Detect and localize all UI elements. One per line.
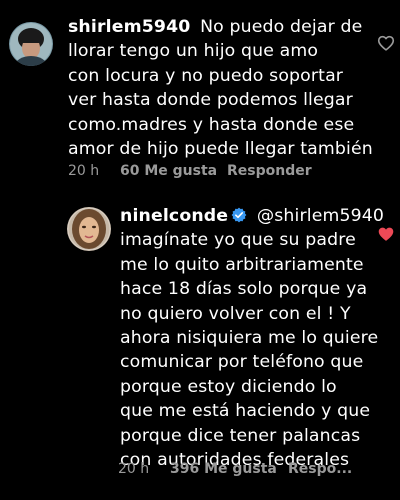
likes-count[interactable]: 60 Me gusta <box>120 163 217 179</box>
comment-line-text: No puedo dejar de <box>200 17 363 37</box>
likes-count[interactable]: 396 Me gusta <box>170 461 277 477</box>
avatar-shirlem5940[interactable] <box>9 22 53 66</box>
comment-line: no quiero volver con el ! Y <box>120 303 351 324</box>
comment-meta: 20 h 396 Me gusta Respo... <box>118 461 378 479</box>
avatar-image <box>9 22 53 66</box>
comment-time: 20 h <box>68 163 100 179</box>
comment-line: comunicar por teléfono que <box>120 352 364 373</box>
comment-ninelconde: ninelconde @shirlem5940 imagínate yo que… <box>0 190 400 500</box>
comment-line: llorar tengo un hijo que amo <box>68 41 319 62</box>
comment-line: ahora nisiquiera me lo quiere <box>120 328 379 349</box>
comment-line: hace 18 días solo porque ya <box>120 279 368 300</box>
heart-filled-icon[interactable] <box>377 226 395 242</box>
comment-line: con locura y no puedo soportar <box>68 65 344 86</box>
comment-line: ver hasta donde podemos llegar <box>68 90 353 111</box>
comment-meta: 20 h 60 Me gusta Responder <box>68 163 368 181</box>
avatar-ninelconde[interactable] <box>67 207 111 251</box>
username[interactable]: shirlem5940 <box>68 17 190 37</box>
comment-line: me lo quito arbitrariamente <box>120 254 364 275</box>
comment-text: shirlem5940 No puedo dejar de llorar ten… <box>68 15 388 161</box>
avatar-image <box>67 207 111 251</box>
comment-line: amor de hijo puede llegar también <box>68 139 373 160</box>
reply-button[interactable]: Responder <box>227 163 312 179</box>
comment-time: 20 h <box>118 461 150 477</box>
reply-button[interactable]: Respo... <box>288 461 352 477</box>
mention-link[interactable]: @shirlem5940 <box>257 206 384 226</box>
comment-line: que me está haciendo y que <box>120 401 371 422</box>
comment-line: como.madres y hasta donde ese <box>68 114 355 135</box>
comment-line: imagínate yo que su padre <box>120 230 356 251</box>
comment-line: porque estoy diciendo lo <box>120 376 337 397</box>
heart-outline-icon[interactable] <box>377 35 395 51</box>
verified-badge-icon <box>231 206 247 223</box>
comment-shirlem5940: shirlem5940 No puedo dejar de llorar ten… <box>0 0 400 190</box>
comment-line: shirlem5940 No puedo dejar de <box>68 15 388 39</box>
comment-line: porque dice tener palancas <box>120 425 361 446</box>
comment-line: ninelconde @shirlem5940 <box>120 204 395 228</box>
username[interactable]: ninelconde <box>120 206 228 226</box>
comment-text: ninelconde @shirlem5940 imagínate yo que… <box>120 204 395 472</box>
